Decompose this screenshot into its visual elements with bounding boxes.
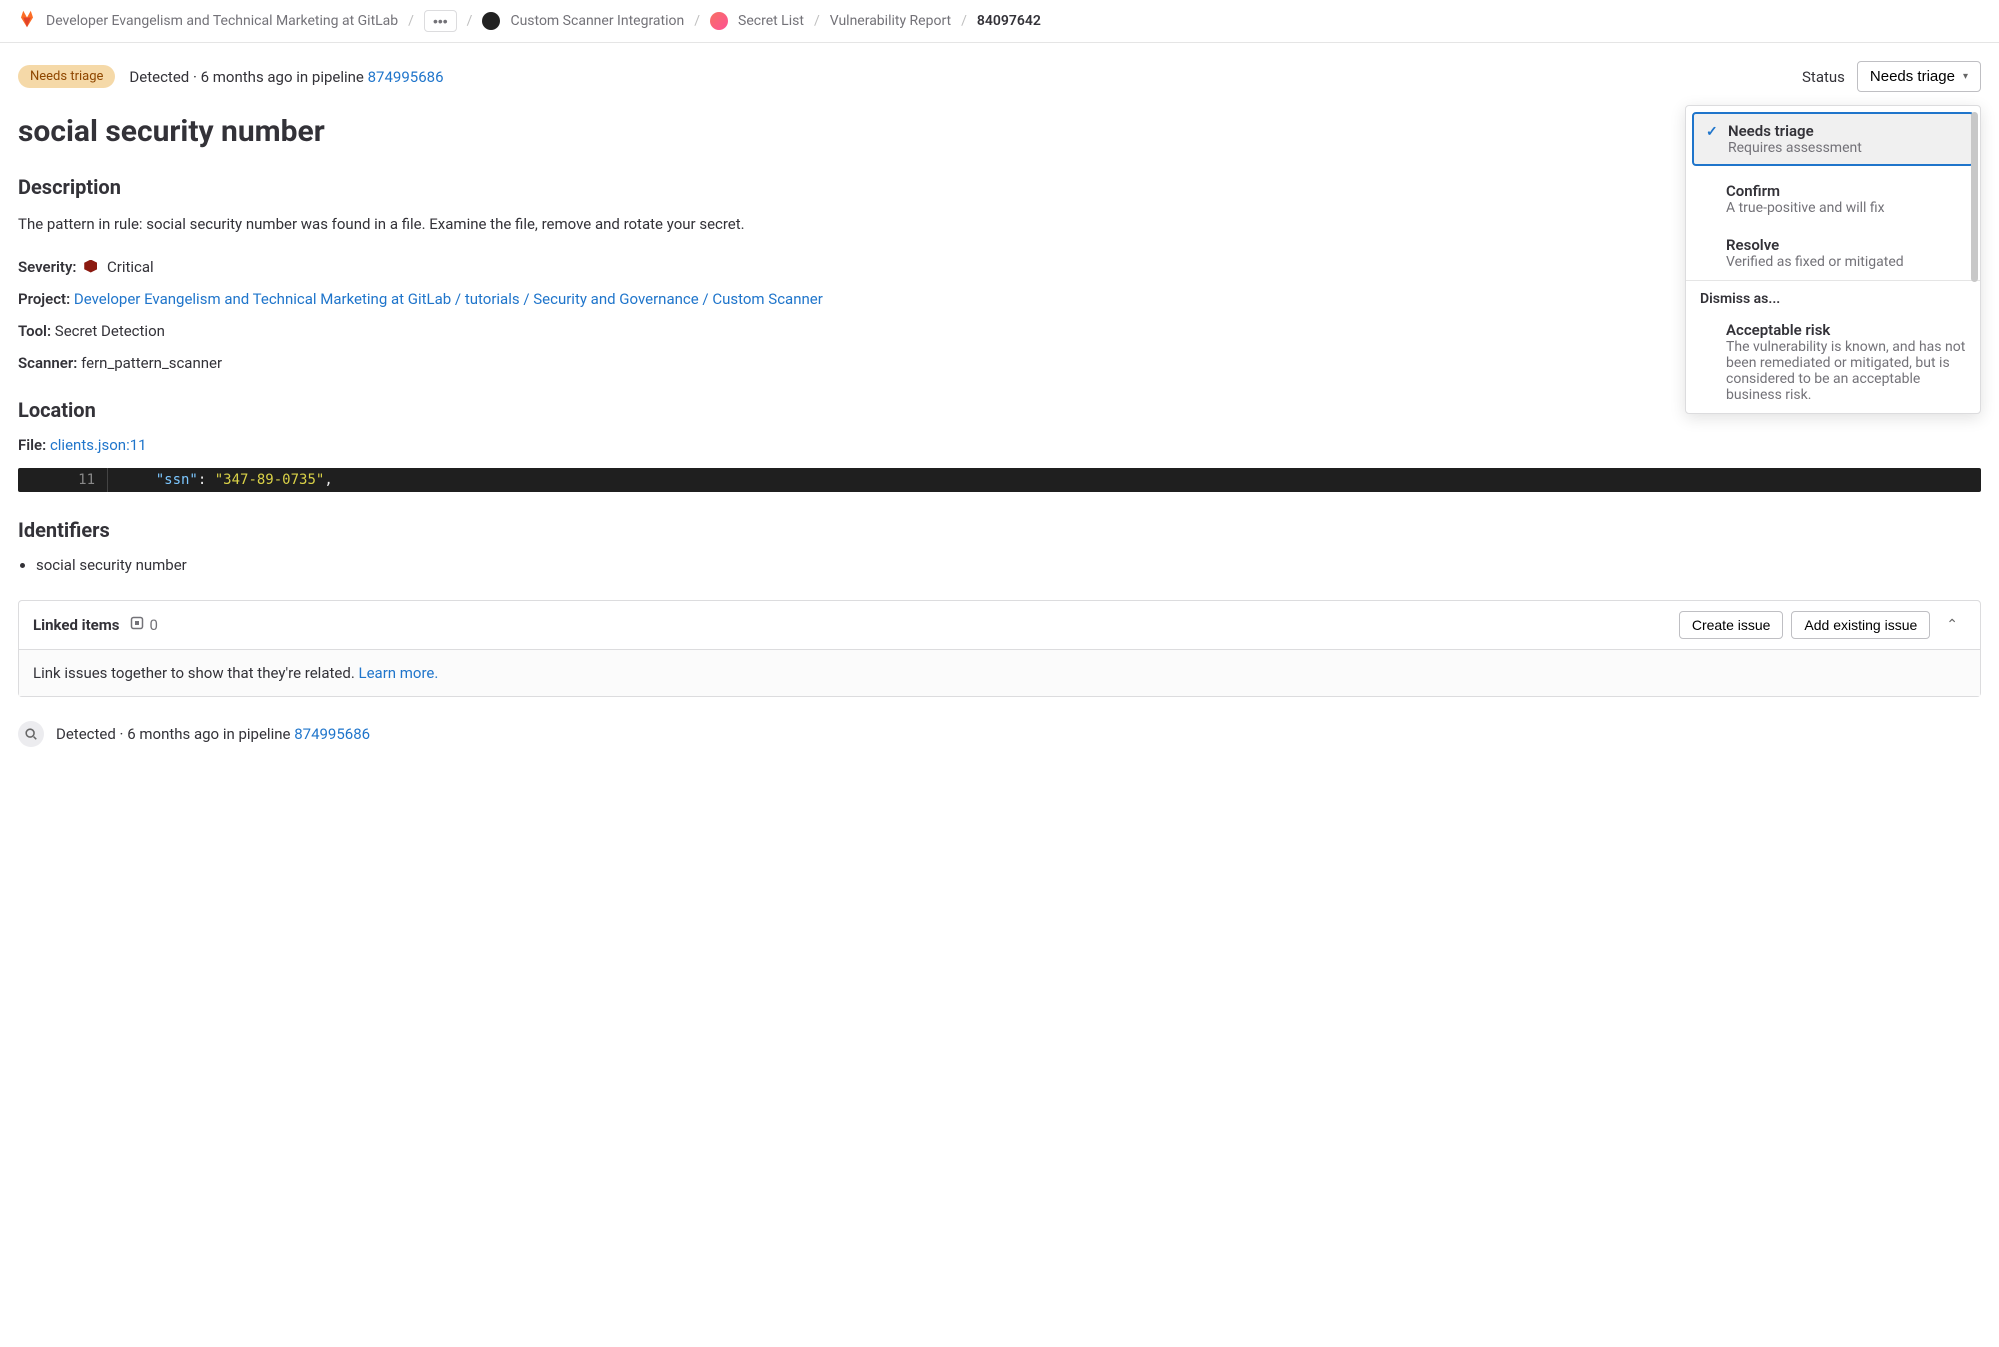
code-token-punc: :	[198, 472, 215, 488]
linked-empty-text: Link issues together to show that they'r…	[33, 664, 359, 682]
code-token-punc: ,	[324, 472, 332, 488]
scanner-value: fern_pattern_scanner	[81, 354, 222, 372]
code-snippet: 11 "ssn": "347-89-0735",	[18, 468, 1981, 492]
project-avatar-icon	[482, 12, 500, 30]
chevron-up-icon: ⌃	[1946, 616, 1958, 632]
tool-label: Tool:	[18, 322, 51, 340]
identifiers-list: social security number	[36, 556, 1981, 574]
breadcrumb-secret-list[interactable]: Secret List	[738, 13, 804, 29]
issue-icon	[129, 615, 145, 635]
status-option-sub: A true-positive and will fix	[1726, 200, 1966, 216]
status-option-sub: Requires assessment	[1728, 140, 1960, 156]
detected-text: Detected · 6 months ago in pipeline 8749…	[129, 68, 443, 86]
code-token-string: "347-89-0735"	[215, 472, 325, 488]
chevron-down-icon: ▾	[1963, 71, 1968, 82]
linked-items-title: Linked items	[33, 616, 119, 634]
linked-items-panel: Linked items 0 Create issue Add existing…	[18, 600, 1981, 697]
file-label: File:	[18, 436, 46, 454]
severity-value: Critical	[107, 258, 154, 276]
breadcrumb: Developer Evangelism and Technical Marke…	[0, 0, 1999, 43]
status-option-name: Needs triage	[1728, 122, 1960, 140]
dismiss-header: Dismiss as...	[1686, 281, 1980, 311]
status-option-resolve[interactable]: Resolve Verified as fixed or mitigated	[1686, 226, 1980, 280]
status-label: Status	[1802, 68, 1845, 86]
status-badge: Needs triage	[18, 65, 115, 88]
status-option-name: Resolve	[1726, 236, 1966, 254]
status-option-confirm[interactable]: Confirm A true-positive and will fix	[1686, 172, 1980, 226]
dropdown-scrollbar[interactable]	[1971, 112, 1978, 407]
breadcrumb-project[interactable]: Custom Scanner Integration	[510, 13, 684, 29]
learn-more-link[interactable]: Learn more.	[359, 664, 439, 682]
file-link[interactable]: clients.json:11	[50, 436, 147, 454]
status-option-sub: The vulnerability is known, and has not …	[1726, 339, 1966, 403]
detected-time: 6 months ago in pipeline	[201, 68, 368, 86]
pipeline-link[interactable]: 874995686	[368, 68, 444, 86]
secret-list-avatar-icon	[710, 12, 728, 30]
severity-critical-icon	[84, 260, 97, 273]
status-dropdown-value: Needs triage	[1870, 68, 1955, 85]
code-line-number: 11	[18, 468, 108, 492]
breadcrumb-sep: /	[961, 13, 967, 29]
linked-items-count: 0	[149, 616, 157, 634]
status-option-needs-triage[interactable]: Needs triage Requires assessment	[1692, 112, 1974, 166]
footer-detected-time: 6 months ago in pipeline	[127, 725, 294, 743]
footer-pipeline-link[interactable]: 874995686	[294, 725, 370, 743]
detected-prefix: Detected ·	[129, 68, 200, 86]
collapse-button[interactable]: ⌃	[1938, 612, 1966, 637]
breadcrumb-vulnerability-report[interactable]: Vulnerability Report	[830, 13, 951, 29]
status-option-acceptable-risk[interactable]: Acceptable risk The vulnerability is kno…	[1686, 311, 1980, 413]
breadcrumb-id: 84097642	[977, 13, 1041, 29]
footer-detected-prefix: Detected ·	[56, 725, 127, 743]
status-option-sub: Verified as fixed or mitigated	[1726, 254, 1966, 270]
project-label: Project:	[18, 290, 70, 308]
status-dropdown-menu: Needs triage Requires assessment Confirm…	[1685, 105, 1981, 414]
severity-label: Severity:	[18, 258, 77, 276]
status-option-name: Confirm	[1726, 182, 1966, 200]
breadcrumb-sep: /	[694, 13, 700, 29]
project-link[interactable]: Developer Evangelism and Technical Marke…	[74, 290, 823, 308]
breadcrumb-sep: /	[814, 13, 820, 29]
create-issue-button[interactable]: Create issue	[1679, 611, 1784, 639]
tool-value: Secret Detection	[55, 322, 165, 340]
code-token-key: "ssn"	[156, 472, 198, 488]
breadcrumb-ellipsis-button[interactable]: •••	[424, 10, 457, 32]
detection-icon	[18, 721, 44, 747]
code-content: "ssn": "347-89-0735",	[108, 468, 347, 492]
breadcrumb-sep: /	[408, 13, 414, 29]
add-existing-issue-button[interactable]: Add existing issue	[1791, 611, 1930, 639]
status-dropdown-button[interactable]: Needs triage ▾	[1857, 61, 1981, 92]
identifier-item: social security number	[36, 556, 1981, 574]
breadcrumb-sep: /	[467, 13, 473, 29]
breadcrumb-root[interactable]: Developer Evangelism and Technical Marke…	[46, 13, 398, 29]
scanner-label: Scanner:	[18, 354, 77, 372]
footer-detected-text: Detected · 6 months ago in pipeline 8749…	[56, 725, 370, 743]
status-option-name: Acceptable risk	[1726, 321, 1966, 339]
gitlab-icon	[18, 10, 36, 32]
identifiers-heading: Identifiers	[18, 518, 1981, 542]
